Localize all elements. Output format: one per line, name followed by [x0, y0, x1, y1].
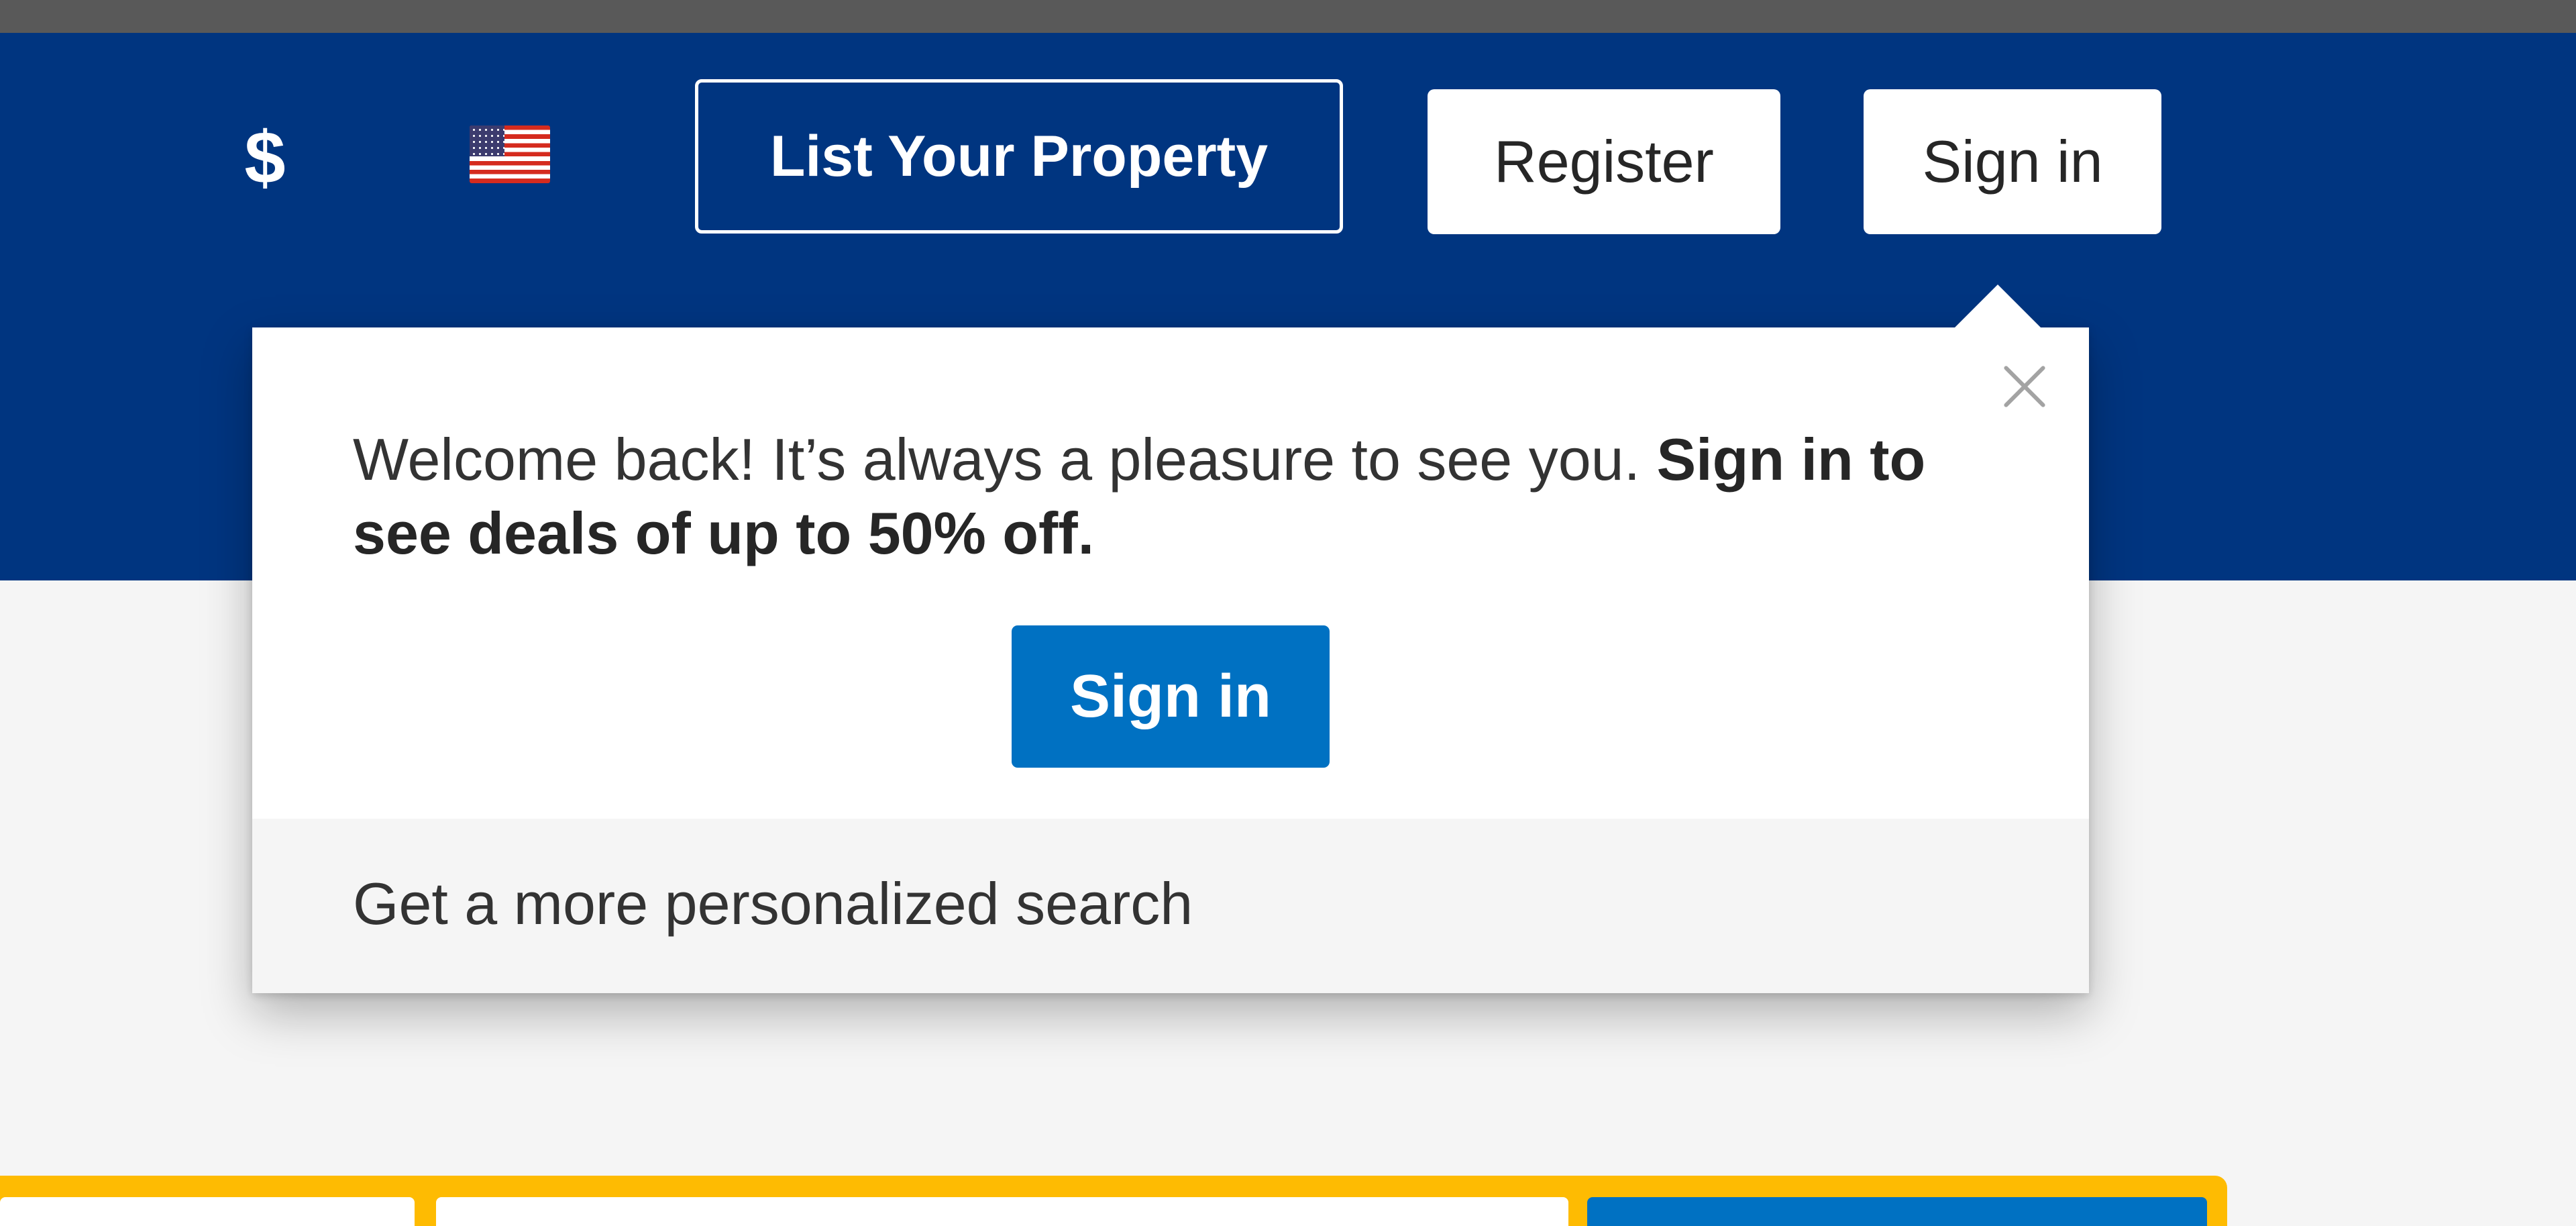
list-your-property-button[interactable]: List Your Property — [695, 79, 1343, 234]
header-sign-in-label: Sign in — [1922, 128, 2103, 195]
popover-sign-in-button[interactable]: Sign in — [1012, 625, 1330, 768]
flag-canton — [470, 125, 504, 156]
personalized-search-text: Get a more personalized search — [353, 870, 1193, 937]
register-button[interactable]: Register — [1428, 89, 1780, 234]
close-icon[interactable] — [1990, 354, 2057, 421]
welcome-message-regular: Welcome back! It’s always a pleasure to … — [353, 426, 1641, 493]
us-flag-icon — [470, 125, 550, 183]
page: $ List Your Property Register Sign in We… — [0, 0, 2576, 1226]
header-sign-in-button[interactable]: Sign in — [1864, 89, 2161, 234]
language-selector-button[interactable] — [466, 121, 553, 188]
dates-search-field[interactable] — [436, 1197, 1568, 1226]
popover-sign-in-label: Sign in — [1070, 662, 1271, 730]
register-label: Register — [1494, 128, 1714, 195]
destination-search-field[interactable] — [0, 1197, 415, 1226]
welcome-message: Welcome back! It’s always a pleasure to … — [353, 423, 1990, 570]
browser-chrome-strip — [0, 0, 2576, 33]
list-your-property-label: List Your Property — [769, 123, 1269, 189]
currency-symbol: $ — [244, 116, 286, 199]
currency-selector-button[interactable]: $ — [221, 107, 309, 208]
search-submit-button[interactable] — [1587, 1197, 2207, 1226]
popover-arrow — [1955, 285, 2041, 327]
